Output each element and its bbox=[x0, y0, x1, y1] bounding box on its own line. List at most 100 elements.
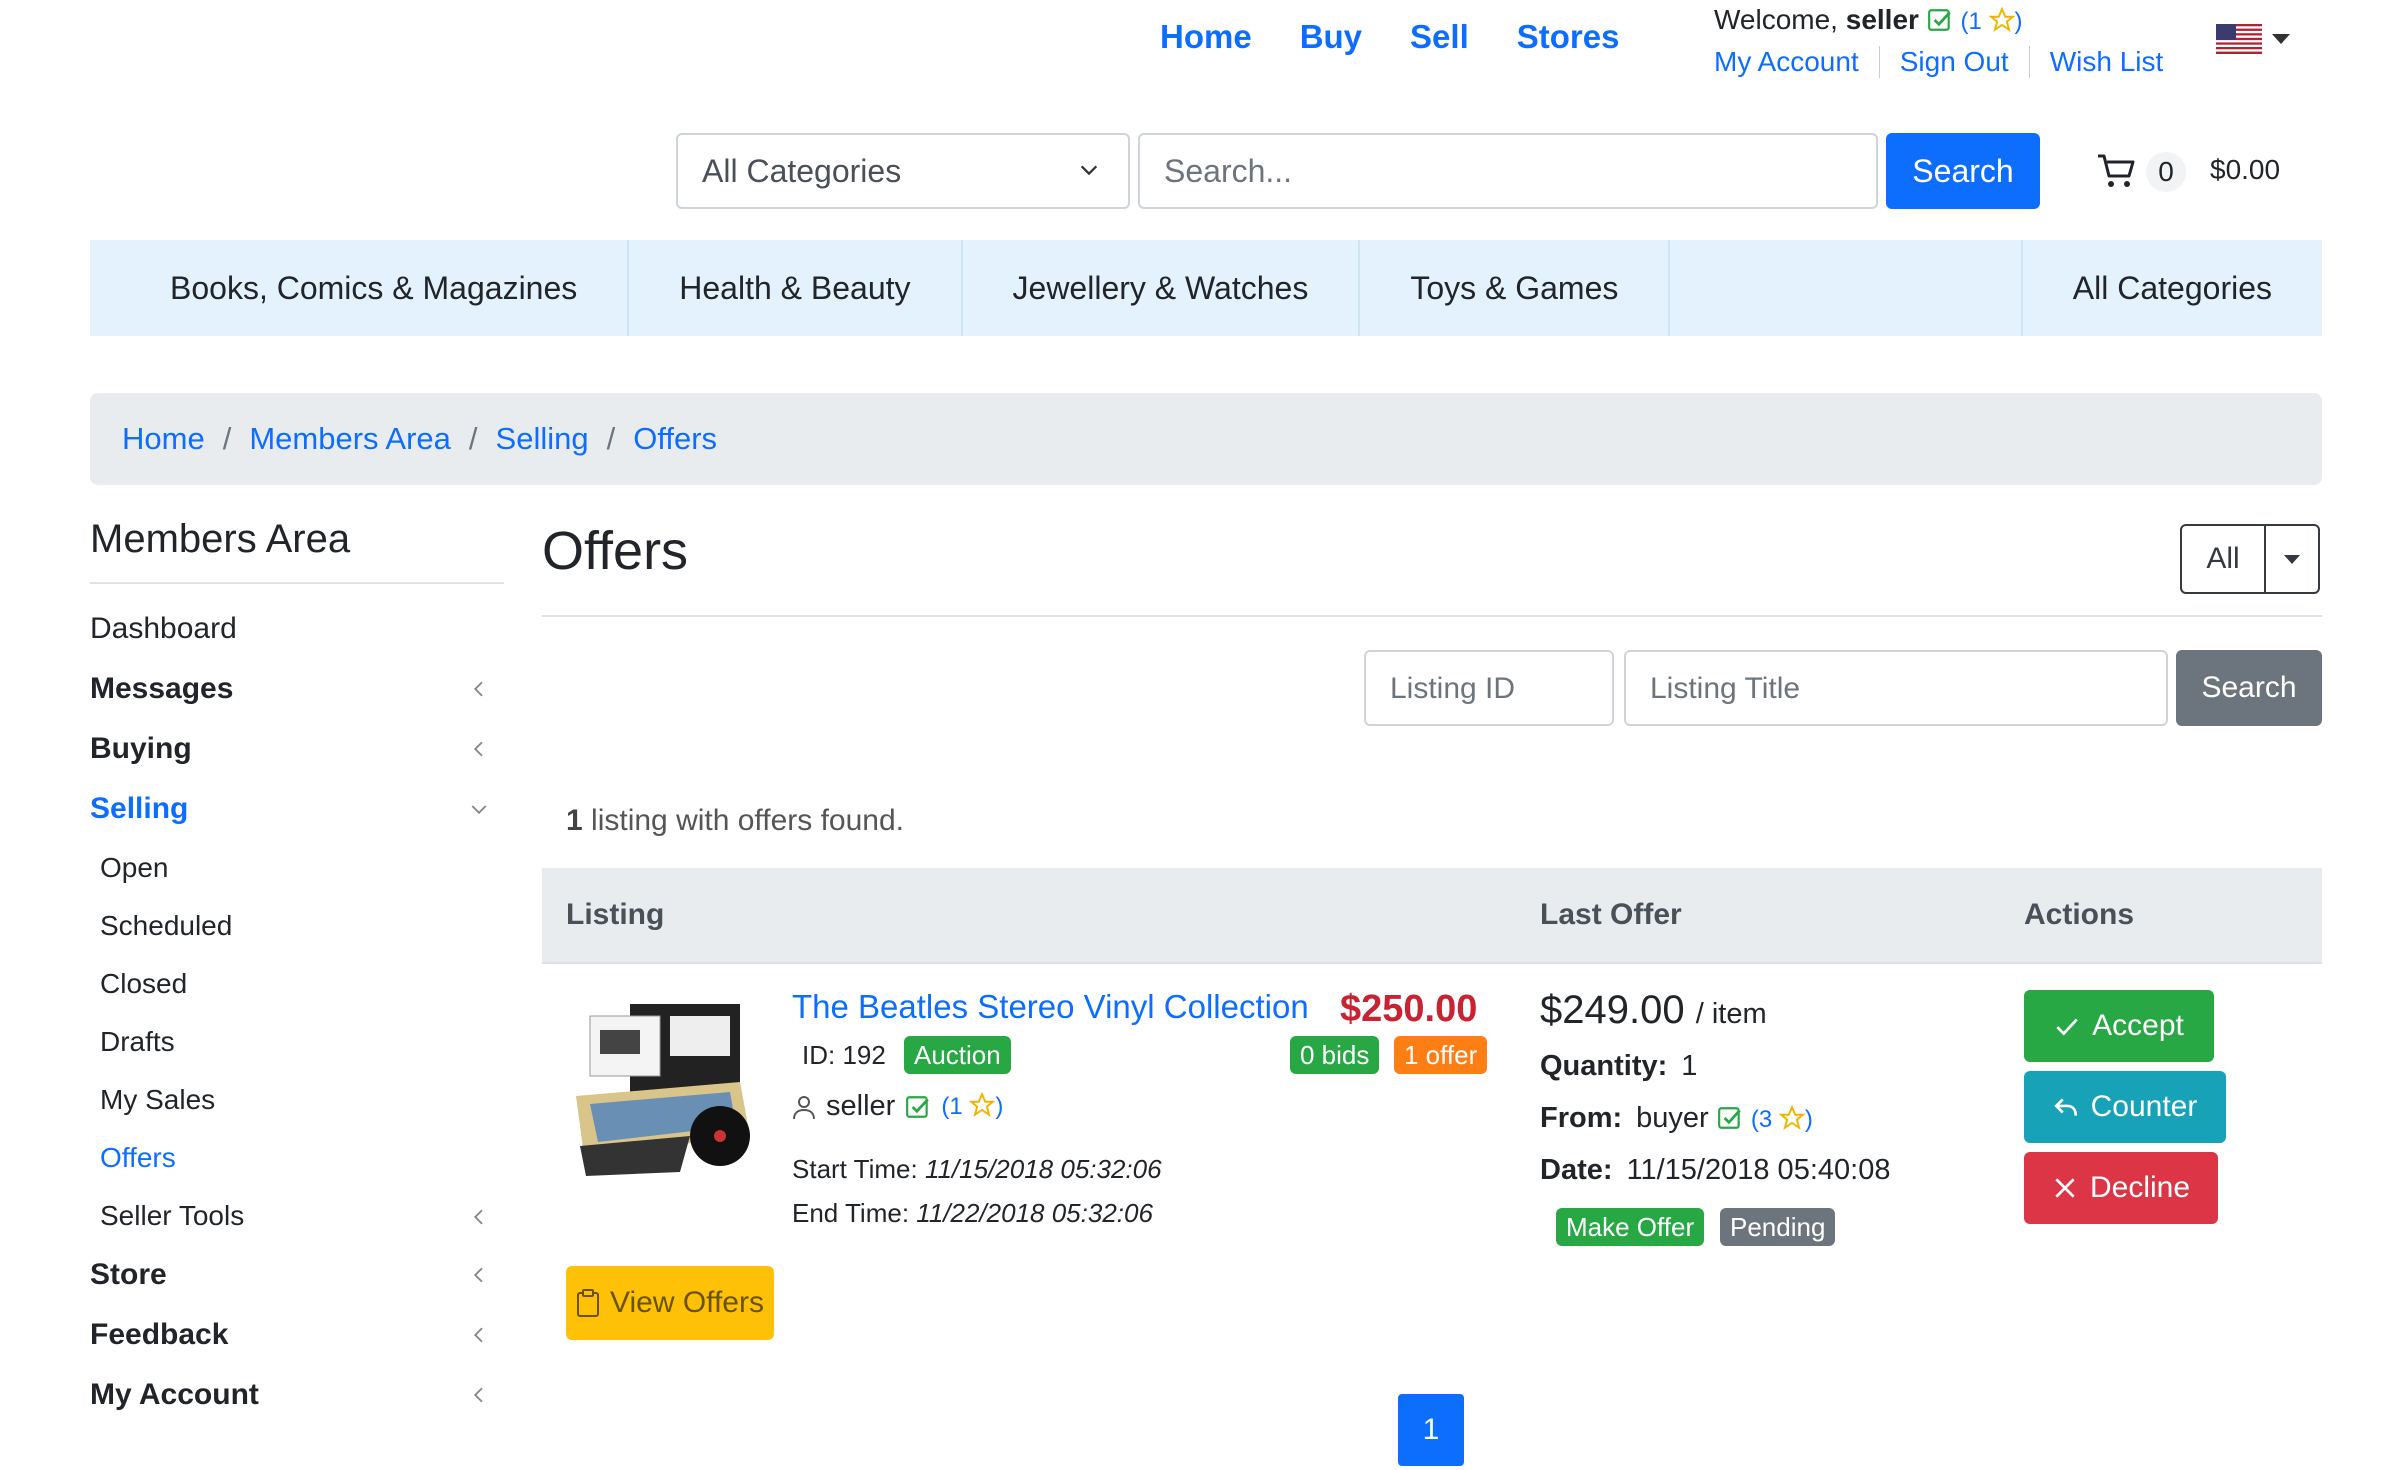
sidebar-subitem-my-sales[interactable]: My Sales bbox=[100, 1084, 500, 1116]
wish-list-link[interactable]: Wish List bbox=[2028, 46, 2184, 78]
quantity-value: 1 bbox=[1681, 1050, 1698, 1082]
pending-status-badge: Pending bbox=[1720, 1208, 1836, 1246]
sign-out-link[interactable]: Sign Out bbox=[1878, 46, 2029, 78]
counter-button[interactable]: Counter bbox=[2024, 1071, 2226, 1143]
start-time: Start Time: 11/15/2018 05:32:06 bbox=[792, 1154, 1162, 1185]
filter-dropdown-toggle[interactable] bbox=[2266, 526, 2318, 592]
search-input[interactable]: Search... bbox=[1138, 133, 1878, 209]
breadcrumb-separator: / bbox=[222, 421, 232, 456]
close-icon bbox=[2055, 1178, 2075, 1198]
sidebar-subitem-offers[interactable]: Offers bbox=[100, 1142, 500, 1174]
sidebar-item-messages[interactable]: Messages bbox=[90, 672, 500, 706]
pagination-page-1[interactable]: 1 bbox=[1398, 1394, 1464, 1466]
star-icon bbox=[969, 1092, 996, 1118]
seller-name[interactable]: seller bbox=[826, 1090, 895, 1123]
listing-title-link[interactable]: The Beatles Stereo Vinyl Collection bbox=[792, 988, 1309, 1026]
offer-from: From: buyer (3 ) bbox=[1540, 1102, 1813, 1135]
end-time-value: 11/22/2018 05:32:06 bbox=[916, 1198, 1153, 1228]
breadcrumb-offers[interactable]: Offers bbox=[633, 421, 717, 457]
category-health-beauty[interactable]: Health & Beauty bbox=[629, 240, 963, 336]
reply-icon bbox=[2053, 1098, 2077, 1116]
sidebar-item-my-account[interactable]: My Account bbox=[90, 1378, 500, 1412]
cart-count-badge: 0 bbox=[2146, 152, 2186, 192]
end-time-label: End Time: bbox=[792, 1198, 910, 1228]
sidebar-subitem-closed[interactable]: Closed bbox=[100, 968, 500, 1000]
filter-dropdown[interactable]: All bbox=[2180, 524, 2320, 594]
category-toys-games[interactable]: Toys & Games bbox=[1360, 240, 1671, 336]
listing-title-input[interactable]: Listing Title bbox=[1624, 650, 2168, 726]
caret-down-icon bbox=[2284, 554, 2300, 564]
filter-value[interactable]: All bbox=[2182, 526, 2266, 592]
seller-info: seller (1 ) bbox=[792, 1090, 1003, 1123]
offer-unit: / item bbox=[1695, 998, 1767, 1030]
category-select-value: All Categories bbox=[702, 153, 902, 189]
chevron-down-icon bbox=[1080, 165, 1098, 176]
title-divider bbox=[542, 615, 2322, 617]
end-time: End Time: 11/22/2018 05:32:06 bbox=[792, 1198, 1153, 1229]
breadcrumb-members-area[interactable]: Members Area bbox=[249, 421, 451, 457]
verified-check-icon bbox=[1927, 9, 1951, 31]
breadcrumb-separator: / bbox=[606, 421, 616, 456]
sidebar-item-dashboard[interactable]: Dashboard bbox=[90, 612, 500, 646]
listing-price: $250.00 bbox=[1340, 988, 1478, 1030]
cart-total: $0.00 bbox=[2210, 154, 2281, 185]
category-select[interactable]: All Categories bbox=[676, 133, 1130, 209]
sidebar-item-buying[interactable]: Buying bbox=[90, 732, 500, 766]
column-header-actions: Actions bbox=[2024, 898, 2135, 931]
nav-stores-link[interactable]: Stores bbox=[1517, 18, 1620, 56]
results-count: 1 listing with offers found. bbox=[566, 804, 904, 838]
sidebar-title: Members Area bbox=[90, 517, 351, 561]
sidebar-subitem-open[interactable]: Open bbox=[100, 852, 500, 884]
sidebar-subitem-drafts[interactable]: Drafts bbox=[100, 1026, 500, 1058]
date-label: Date: bbox=[1540, 1154, 1613, 1186]
listing-id-input[interactable]: Listing ID bbox=[1364, 650, 1614, 726]
sidebar-item-selling[interactable]: Selling bbox=[90, 792, 500, 826]
nav-sell-link[interactable]: Sell bbox=[1410, 18, 1469, 56]
chevron-left-icon bbox=[473, 681, 483, 697]
category-books-comics-magazines[interactable]: Books, Comics & Magazines bbox=[90, 240, 630, 336]
counter-label: Counter bbox=[2090, 1090, 2198, 1123]
seller-rating[interactable]: (1 ) bbox=[941, 1092, 1003, 1121]
view-offers-button[interactable]: View Offers bbox=[566, 1266, 774, 1340]
listing-thumbnail[interactable] bbox=[570, 986, 756, 1182]
date-value: 11/15/2018 05:40:08 bbox=[1626, 1154, 1891, 1186]
breadcrumb: Home / Members Area / Selling / Offers bbox=[90, 393, 2322, 485]
search-button[interactable]: Search bbox=[1886, 133, 2040, 209]
nav-home-link[interactable]: Home bbox=[1160, 18, 1252, 56]
chevron-down-icon bbox=[471, 805, 487, 815]
breadcrumb-selling[interactable]: Selling bbox=[496, 421, 589, 457]
welcome-username: seller bbox=[1845, 4, 1919, 35]
offer-amount-value: $249.00 bbox=[1540, 988, 1685, 1032]
category-bar-spacer bbox=[1670, 240, 2023, 336]
user-rating[interactable]: (1 ) bbox=[1960, 7, 2023, 35]
user-icon bbox=[793, 1095, 815, 1119]
cart-icon[interactable] bbox=[2096, 152, 2138, 190]
quantity-label: Quantity: bbox=[1540, 1050, 1668, 1082]
us-flag-icon[interactable] bbox=[2216, 24, 2262, 54]
buyer-rating[interactable]: (3 ) bbox=[1751, 1105, 1813, 1133]
breadcrumb-home[interactable]: Home bbox=[122, 421, 205, 457]
category-jewellery-watches[interactable]: Jewellery & Watches bbox=[963, 240, 1361, 336]
column-header-listing: Listing bbox=[566, 898, 665, 931]
category-all[interactable]: All Categories bbox=[2023, 240, 2322, 336]
sidebar-item-seller-tools[interactable]: Seller Tools bbox=[100, 1200, 500, 1232]
results-count-text: listing with offers found. bbox=[591, 804, 904, 837]
sidebar-subitem-scheduled[interactable]: Scheduled bbox=[100, 910, 500, 942]
start-time-value: 11/15/2018 05:32:06 bbox=[924, 1154, 1162, 1184]
sidebar-item-store[interactable]: Store bbox=[90, 1258, 500, 1292]
last-offer-amount: $249.00 / item bbox=[1540, 988, 1767, 1033]
auction-badge: Auction bbox=[904, 1036, 1011, 1074]
from-user[interactable]: buyer bbox=[1636, 1102, 1709, 1134]
filter-search-button[interactable]: Search bbox=[2176, 650, 2322, 726]
results-count-number: 1 bbox=[566, 804, 583, 837]
decline-button[interactable]: Decline bbox=[2024, 1152, 2218, 1224]
accept-button[interactable]: Accept bbox=[2024, 990, 2214, 1062]
sidebar-item-feedback[interactable]: Feedback bbox=[90, 1318, 500, 1352]
nav-buy-link[interactable]: Buy bbox=[1300, 18, 1362, 56]
language-dropdown-caret[interactable] bbox=[2272, 34, 2290, 44]
chevron-left-icon bbox=[473, 1327, 483, 1343]
my-account-link[interactable]: My Account bbox=[1714, 46, 1879, 78]
star-icon bbox=[1778, 1105, 1805, 1131]
make-offer-badge: Make Offer bbox=[1556, 1208, 1705, 1246]
chevron-left-icon bbox=[473, 1209, 483, 1225]
